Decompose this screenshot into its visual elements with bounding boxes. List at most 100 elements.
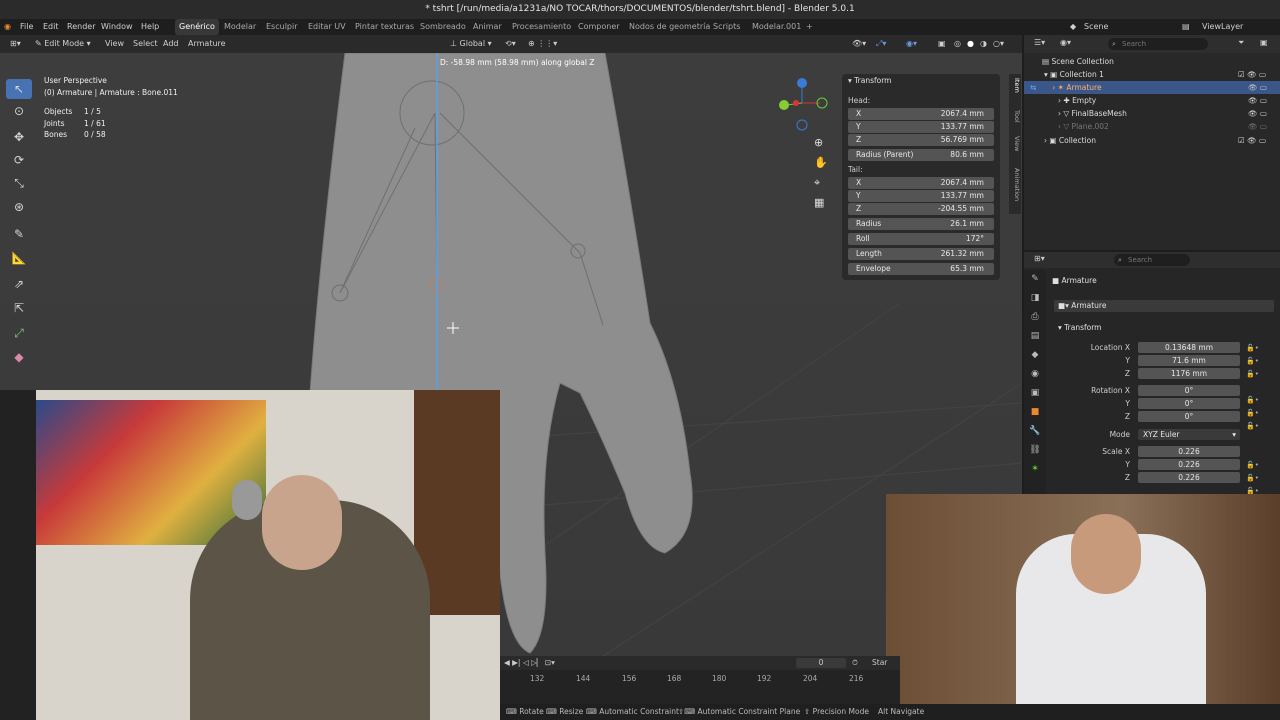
current-frame-field[interactable]: 0 — [796, 658, 846, 668]
properties-search-input[interactable]: ⌕ Search — [1114, 254, 1190, 266]
visibility-icon[interactable]: 👁▾ — [852, 35, 866, 53]
mode-dropdown[interactable]: ✎ Edit Mode ▾ — [35, 35, 91, 53]
view-layer-name[interactable]: ViewLayer — [1202, 19, 1243, 35]
envelope-field[interactable]: Envelope 65.3 mm — [848, 263, 994, 275]
transform-panel-title[interactable]: ▾ Transform — [848, 76, 891, 85]
filter-icon[interactable]: ⏷ — [1238, 38, 1244, 48]
radius-field[interactable]: Radius 26.1 mm — [848, 218, 994, 230]
shading-render-icon[interactable]: ○▾ — [993, 35, 1004, 53]
scale-z-field[interactable]: 0.226 — [1138, 472, 1240, 483]
tab-animation[interactable]: Animation — [1009, 168, 1021, 201]
move-tool-icon[interactable]: ✥ — [6, 127, 32, 147]
collection-tab-icon[interactable]: ▣ — [1024, 384, 1046, 403]
rotation-mode-dropdown[interactable]: XYZ Euler ▾ — [1138, 429, 1240, 440]
scene-tab-icon[interactable]: ◆ — [1024, 346, 1046, 365]
menu-armature[interactable]: Armature — [188, 35, 226, 53]
outliner-collection[interactable]: › ▣ Collection ☑ 👁 ▭ — [1024, 134, 1280, 147]
cursor-tool-icon[interactable]: ⊙ — [6, 101, 32, 121]
outliner-collection-1[interactable]: ▾ ▣ Collection 1 ☑ 👁 ▭ — [1024, 68, 1280, 81]
collection-1-checkbox-icon[interactable]: ☑ 👁 ▭ — [1238, 68, 1266, 81]
length-field[interactable]: Length 261.32 mm — [848, 248, 994, 260]
outliner-empty[interactable]: › ✚ Empty 👁 ▭ — [1024, 94, 1280, 107]
constraint-tab-icon[interactable]: ⛓ — [1024, 441, 1046, 460]
tab-sombreado[interactable]: Sombreado — [420, 19, 466, 35]
timeline-ruler[interactable]: 132 144 156 168 180 192 204 216 — [500, 674, 900, 686]
zoom-icon[interactable]: ⊕ — [814, 133, 828, 153]
armature-visibility-icon[interactable]: 👁 ▭ — [1248, 81, 1267, 94]
menu-file[interactable]: File — [20, 19, 33, 35]
tab-procesamiento[interactable]: Procesamiento — [512, 19, 571, 35]
properties-editor-icon[interactable]: ⊞▾ — [1034, 254, 1045, 263]
modifier-tab-icon[interactable]: 🔧 — [1024, 422, 1046, 441]
rotate-tool-icon[interactable]: ⟳ — [6, 150, 32, 170]
radius-parent-field[interactable]: Radius (Parent) 80.6 mm — [848, 149, 994, 161]
outliner-scene-collection[interactable]: ▤ Scene Collection — [1024, 55, 1280, 68]
data-tab-icon[interactable]: ✶ — [1024, 460, 1046, 479]
scale-y-field[interactable]: 0.226 — [1138, 459, 1240, 470]
navigation-gizmo[interactable] — [779, 78, 828, 131]
location-y-field[interactable]: 71.6 mm — [1138, 355, 1240, 366]
outliner-search-input[interactable]: ⌕ Search — [1108, 38, 1208, 50]
plane-visibility-icon[interactable]: 👁 ▭ — [1248, 120, 1267, 133]
editor-type-icon[interactable]: ⊞▾ — [10, 35, 21, 53]
tab-pintar-texturas[interactable]: Pintar texturas — [355, 19, 414, 35]
menu-window[interactable]: Window — [101, 19, 133, 35]
menu-add[interactable]: Add — [163, 35, 179, 53]
object-name-field[interactable]: ■▾ Armature — [1054, 300, 1274, 312]
playback-controls-icon[interactable]: ◀ ▶| ◁ ▷▏ ⊡▾ — [504, 656, 555, 670]
menu-render[interactable]: Render — [67, 19, 95, 35]
shading-wire-icon[interactable]: ◎ — [954, 35, 961, 53]
outliner-armature[interactable]: ⇆ › ✶ Armature 👁 ▭ — [1024, 81, 1280, 94]
ortho-grid-icon[interactable]: ▦ — [814, 193, 828, 213]
view-layer-tab-icon[interactable]: ▤ — [1024, 327, 1046, 346]
clock-icon[interactable]: ⏱ — [852, 656, 858, 670]
tab-item[interactable]: Item — [1009, 78, 1021, 93]
tool-tab-icon[interactable]: ✎ — [1024, 270, 1046, 289]
outliner-editor-icon[interactable]: ☰▾ — [1034, 38, 1045, 47]
roll-tool-icon[interactable]: ◆ — [6, 347, 32, 367]
render-tab-icon[interactable]: ◨ — [1024, 289, 1046, 308]
tail-x-field[interactable]: X 2067.4 mm — [848, 177, 994, 189]
select-tool-icon[interactable]: ↖ — [6, 79, 32, 99]
tab-modelar[interactable]: Modelar — [224, 19, 256, 35]
gizmo-icon[interactable]: ⤢▾ — [876, 35, 886, 53]
xray-icon[interactable]: ▣ — [938, 35, 946, 53]
extrude-tool-icon[interactable]: ⇗ — [6, 274, 32, 294]
lock-icons[interactable]: 🔓• 🔓• 🔓• 🔓• 🔓• 🔓• 🔓• 🔓• 🔓• — [1246, 342, 1259, 498]
outliner-plane-002[interactable]: › ▽ Plane.002 👁 ▭ — [1024, 120, 1280, 133]
tab-nodos-geometria[interactable]: Nodos de geometría — [629, 19, 710, 35]
head-x-field[interactable]: X 2067.4 mm — [848, 108, 994, 120]
menu-help[interactable]: Help — [141, 19, 159, 35]
tab-generico[interactable]: Genérico — [175, 19, 219, 35]
menu-edit[interactable]: Edit — [43, 19, 59, 35]
start-frame-label[interactable]: Star — [872, 656, 887, 670]
tab-scripts[interactable]: Scripts — [713, 19, 740, 35]
annotate-tool-icon[interactable]: ✎ — [6, 224, 32, 244]
scene-name[interactable]: Scene — [1084, 19, 1108, 35]
tab-editar-uv[interactable]: Editar UV — [308, 19, 346, 35]
finalbasemesh-visibility-icon[interactable]: 👁 ▭ — [1248, 107, 1267, 120]
tab-esculpir[interactable]: Esculpir — [266, 19, 298, 35]
orientation-dropdown[interactable]: ⊥ Global ▾ — [450, 35, 492, 53]
overlay-icon[interactable]: ◉▾ — [906, 35, 917, 53]
pan-hand-icon[interactable]: ✋ — [814, 153, 828, 173]
empty-visibility-icon[interactable]: 👁 ▭ — [1248, 94, 1267, 107]
transform-tool-icon[interactable]: ⊛ — [6, 197, 32, 217]
pivot-icon[interactable]: ⟲▾ — [505, 35, 516, 53]
outliner-display-icon[interactable]: ◉▾ — [1060, 38, 1071, 47]
camera-icon[interactable]: ⌖ — [814, 173, 828, 193]
shading-material-icon[interactable]: ◑ — [980, 35, 987, 53]
output-tab-icon[interactable]: ⎙ — [1024, 308, 1046, 327]
blender-logo-icon[interactable]: ◉ — [4, 19, 11, 35]
menu-select[interactable]: Select — [133, 35, 158, 53]
tab-animar[interactable]: Animar — [473, 19, 502, 35]
scale-x-field[interactable]: 0.226 — [1138, 446, 1240, 457]
rotation-x-field[interactable]: 0° — [1138, 385, 1240, 396]
tail-y-field[interactable]: Y 133.77 mm — [848, 190, 994, 202]
measure-tool-icon[interactable]: 📐 — [6, 248, 32, 268]
collection-checkbox-icon[interactable]: ☑ 👁 ▭ — [1238, 134, 1266, 147]
add-workspace-icon[interactable]: + — [806, 19, 813, 35]
rotation-z-field[interactable]: 0° — [1138, 411, 1240, 422]
shading-solid-icon[interactable]: ● — [967, 35, 974, 53]
extrude-cursor-tool-icon[interactable]: ⇱ — [6, 298, 32, 318]
